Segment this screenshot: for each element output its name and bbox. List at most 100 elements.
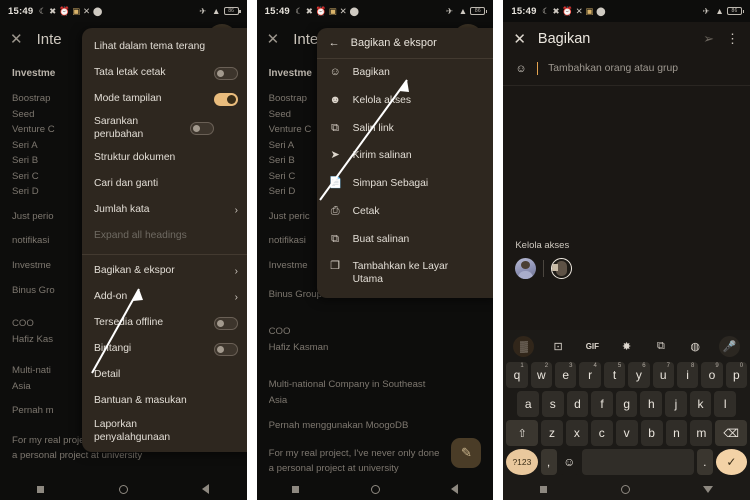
submenu-item-simpan-sebagai[interactable]: 📄 Simpan Sebagai	[317, 170, 494, 198]
key-w[interactable]: 2w	[530, 362, 553, 388]
key-q[interactable]: 1q	[506, 362, 528, 388]
key-z[interactable]: z	[541, 420, 563, 446]
key-x[interactable]: x	[565, 420, 588, 446]
menu-item-tata-letak-cetak[interactable]: Tata letak cetak	[82, 60, 247, 86]
menu-item-bagikan-ekspor[interactable]: Bagikan & ekspor ›	[82, 259, 247, 285]
add-people-row[interactable]: ☺ Tambahkan orang atau grup	[503, 56, 750, 86]
airplane-icon: ✈	[199, 5, 207, 16]
doc-line: Pernah menggunakan MoogoDB	[268, 420, 409, 432]
comma-key[interactable]: ,	[540, 449, 557, 475]
close-icon[interactable]: ✕	[267, 30, 280, 48]
menu-item-lihat-tema-terang[interactable]: Lihat dalam tema terang	[82, 34, 247, 60]
avatar[interactable]	[551, 258, 573, 279]
menu-item-bintangi[interactable]: Bintangi	[82, 337, 247, 363]
key-f[interactable]: f	[591, 391, 613, 417]
menu-item-cari-dan-ganti[interactable]: Cari dan ganti	[82, 172, 247, 198]
triangle-icon[interactable]	[703, 485, 714, 493]
avatar[interactable]	[515, 258, 537, 279]
submenu-item-label: Salin link	[352, 122, 394, 134]
key-b[interactable]: b	[640, 420, 663, 446]
square-icon[interactable]	[37, 485, 45, 493]
more-vert-icon[interactable]: ⋮	[726, 31, 740, 47]
close-icon[interactable]: ✕	[513, 30, 526, 48]
menu-item-laporkan-penyalahgunaan[interactable]: Laporkan penyalahgunaan	[82, 415, 247, 449]
circle-icon[interactable]	[118, 484, 128, 494]
key-j[interactable]: j	[665, 391, 687, 417]
symbols-key[interactable]: ?123	[506, 449, 538, 475]
key-i[interactable]: 8i	[676, 362, 699, 388]
key-c[interactable]: c	[590, 420, 613, 446]
key-y[interactable]: 6y	[628, 362, 650, 388]
key-n[interactable]: n	[665, 420, 688, 446]
key-u[interactable]: 7u	[652, 362, 674, 388]
sticker-icon[interactable]: ⊡	[548, 336, 569, 357]
toggle-tersedia-offline[interactable]	[214, 317, 238, 331]
submenu-header[interactable]: ← Bagikan & ekspor	[316, 28, 494, 59]
key-k[interactable]: k	[689, 391, 712, 417]
menu-item-sarankan-perubahan[interactable]: Sarankan perubahan	[82, 112, 247, 146]
palette-icon[interactable]: ◍	[685, 336, 706, 357]
submenu-item-salin-link[interactable]: ⧉ Salin link	[317, 115, 494, 143]
submenu-item-kirim-salinan[interactable]: ➤ Kirim salinan	[317, 142, 494, 170]
key-number: 1	[520, 363, 524, 369]
key-m[interactable]: m	[690, 420, 713, 446]
menu-item-tersedia-offline[interactable]: Tersedia offline	[82, 311, 247, 337]
space-key[interactable]	[581, 449, 694, 475]
edit-fab-button[interactable]: ✎	[451, 438, 482, 468]
toggle-bintangi[interactable]	[214, 343, 238, 357]
menu-item-bantuan-masukan[interactable]: Bantuan & masukan	[82, 389, 247, 415]
emoji-key[interactable]: ☺	[559, 449, 579, 475]
key-o[interactable]: 9o	[701, 362, 723, 388]
key-a[interactable]: a	[517, 391, 539, 417]
triangle-icon[interactable]	[202, 484, 210, 494]
period-key[interactable]: .	[696, 449, 713, 475]
submenu-item-buat-salinan[interactable]: ⧉ Buat salinan	[317, 226, 494, 254]
menu-item-detail[interactable]: Detail	[82, 363, 247, 389]
share-header: ✕ Bagikan ➢ ⋮	[503, 22, 750, 56]
menu-item-add-on[interactable]: Add-on ›	[82, 285, 247, 311]
menu-item-jumlah-kata[interactable]: Jumlah kata ›	[82, 198, 247, 224]
moon-icon: ☾	[38, 5, 47, 16]
key-v[interactable]: v	[615, 420, 638, 446]
key-d[interactable]: d	[566, 391, 589, 417]
key-l[interactable]: l	[714, 391, 736, 417]
key-e[interactable]: 3e	[555, 362, 577, 388]
toggle-tata-letak-cetak[interactable]	[214, 66, 238, 80]
key-p[interactable]: 0p	[725, 362, 748, 388]
key-s[interactable]: s	[541, 391, 564, 417]
close-icon[interactable]: ✕	[10, 30, 23, 48]
square-icon[interactable]	[292, 485, 300, 493]
triangle-icon[interactable]	[450, 484, 458, 494]
key-r[interactable]: 4r	[579, 362, 601, 388]
circle-icon[interactable]	[370, 484, 380, 494]
submenu-item-cetak[interactable]: ⎙ Cetak	[317, 198, 494, 226]
mute-icon: ✖	[49, 5, 57, 16]
menu-item-mode-tampilan[interactable]: Mode tampilan	[82, 86, 247, 112]
toggle-sarankan-perubahan[interactable]	[190, 122, 214, 136]
key-number: 3	[569, 363, 573, 369]
submenu-item-label: Tambahkan ke Layar Utama	[352, 261, 449, 286]
menu-item-struktur-dokumen[interactable]: Struktur dokumen	[82, 146, 247, 172]
square-icon[interactable]	[540, 485, 548, 493]
circle-icon[interactable]	[620, 484, 630, 494]
key-t[interactable]: 5t	[603, 362, 626, 388]
submenu-item-tambahkan-ke-layar-utama[interactable]: ❐ Tambahkan ke Layar Utama	[317, 253, 494, 293]
key-number: 8	[690, 363, 695, 369]
enter-key[interactable]: ✓	[715, 449, 748, 475]
apps-icon[interactable]: ▒	[513, 336, 535, 357]
gif-icon[interactable]: GIF	[582, 336, 603, 357]
mic-icon[interactable]: 🎤	[718, 336, 740, 357]
submenu-item-kelola-akses[interactable]: ☻ Kelola akses	[317, 87, 494, 115]
key-g[interactable]: g	[615, 391, 638, 417]
toggle-mode-tampilan[interactable]	[214, 92, 238, 106]
gear-icon[interactable]: ✸	[616, 336, 637, 357]
avatar-list	[515, 258, 738, 279]
shift-key[interactable]: ⇧	[506, 420, 539, 446]
key-h[interactable]: h	[640, 391, 663, 417]
add-people-input[interactable]: Tambahkan orang atau grup	[548, 63, 678, 74]
send-icon[interactable]: ➢	[703, 31, 714, 47]
submenu-item-bagikan[interactable]: ☺ Bagikan	[317, 59, 494, 87]
translate-icon[interactable]: ⧉	[650, 336, 671, 357]
backspace-key[interactable]: ⌫	[715, 420, 748, 446]
arrow-left-icon[interactable]: ←	[329, 37, 340, 49]
